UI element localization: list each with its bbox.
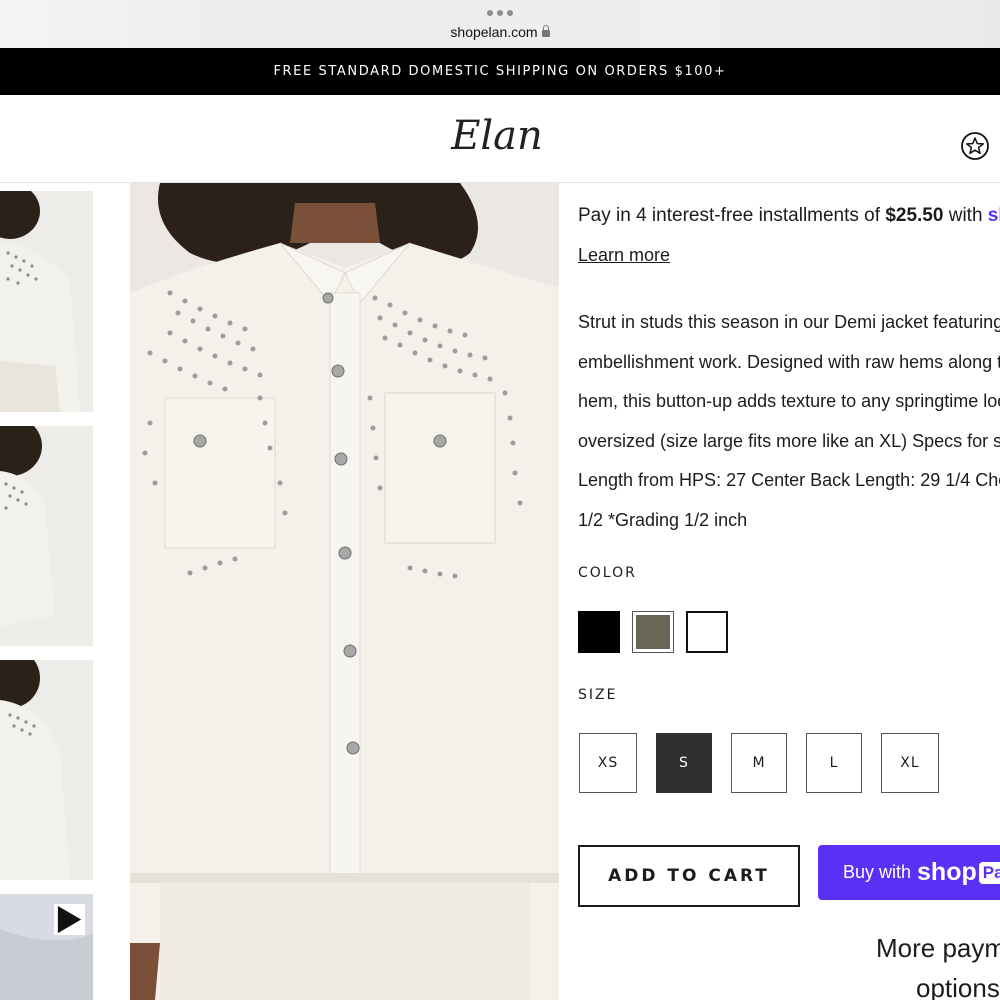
buy-with-shop-pay-button[interactable]: Buy with shop Pay — [818, 845, 1000, 900]
browser-url-bar[interactable]: shopelan.com — [0, 0, 1000, 48]
product-description: Strut in studs this season in our Demi j… — [578, 303, 1000, 541]
elan-logo[interactable]: Elan — [440, 107, 555, 163]
site-header: Elan — [0, 95, 1000, 183]
thumbnail-1[interactable] — [0, 191, 93, 412]
star-circle-icon[interactable] — [960, 131, 990, 161]
svg-text:Elan: Elan — [450, 113, 543, 159]
thumbnail-3[interactable] — [0, 660, 93, 880]
description-line: hem, this button-up adds texture to any … — [578, 391, 1000, 412]
shop-pay-badge: Pay — [978, 861, 1000, 884]
color-swatch-olive[interactable] — [632, 611, 674, 653]
url-text: shopelan.com — [450, 24, 538, 40]
size-option-s[interactable]: S — [656, 733, 712, 793]
announcement-bar: FREE STANDARD DOMESTIC SHIPPING ON ORDER… — [0, 48, 1000, 95]
installments-amount: $25.50 — [885, 205, 944, 226]
lock-icon — [541, 25, 550, 37]
more-payment-options-link[interactable]: More paym options — [876, 928, 1000, 1000]
add-to-cart-button[interactable]: ADD TO CART — [578, 845, 800, 907]
installments-suffix: with — [943, 205, 988, 226]
size-label: SIZE — [578, 687, 618, 703]
installments-text: Pay in 4 interest-free installments of $… — [578, 205, 1000, 227]
url-display[interactable]: shopelan.com — [0, 24, 1000, 40]
thumbnail-video[interactable] — [0, 894, 93, 1000]
shop-pay-brand: shop — [987, 205, 1000, 226]
play-icon[interactable] — [54, 904, 85, 935]
browser-menu-dots-icon[interactable] — [487, 10, 513, 18]
shop-pay-buy-label: Buy with — [843, 862, 912, 882]
learn-more-link[interactable]: Learn more — [578, 245, 670, 266]
description-line: Strut in studs this season in our Demi j… — [578, 312, 1000, 332]
more-payment-line: options — [916, 973, 1000, 1000]
description-line: 1/2 *Grading 1/2 inch — [578, 509, 748, 530]
color-swatch-black[interactable] — [578, 611, 620, 653]
description-line: embellishment work. Designed with raw he… — [578, 351, 1000, 372]
color-label: COLOR — [578, 565, 637, 581]
description-line: oversized (size large fits more like an … — [578, 430, 1000, 451]
thumbnail-2[interactable] — [0, 426, 93, 646]
description-line: Length from HPS: 27 Center Back Length: … — [578, 470, 1000, 491]
size-option-l[interactable]: L — [806, 733, 862, 793]
size-option-xl[interactable]: XL — [881, 733, 939, 793]
color-swatch-white[interactable] — [686, 611, 728, 653]
shop-pay-logo: shop — [917, 858, 977, 886]
size-option-xs[interactable]: XS — [579, 733, 637, 793]
main-product-image[interactable] — [130, 183, 559, 1000]
installments-prefix: Pay in 4 interest-free installments of — [578, 205, 886, 226]
product-info: Pay in 4 interest-free installments of $… — [578, 183, 1000, 1000]
size-option-m[interactable]: M — [731, 733, 787, 793]
more-payment-line: More paym — [876, 933, 1000, 963]
